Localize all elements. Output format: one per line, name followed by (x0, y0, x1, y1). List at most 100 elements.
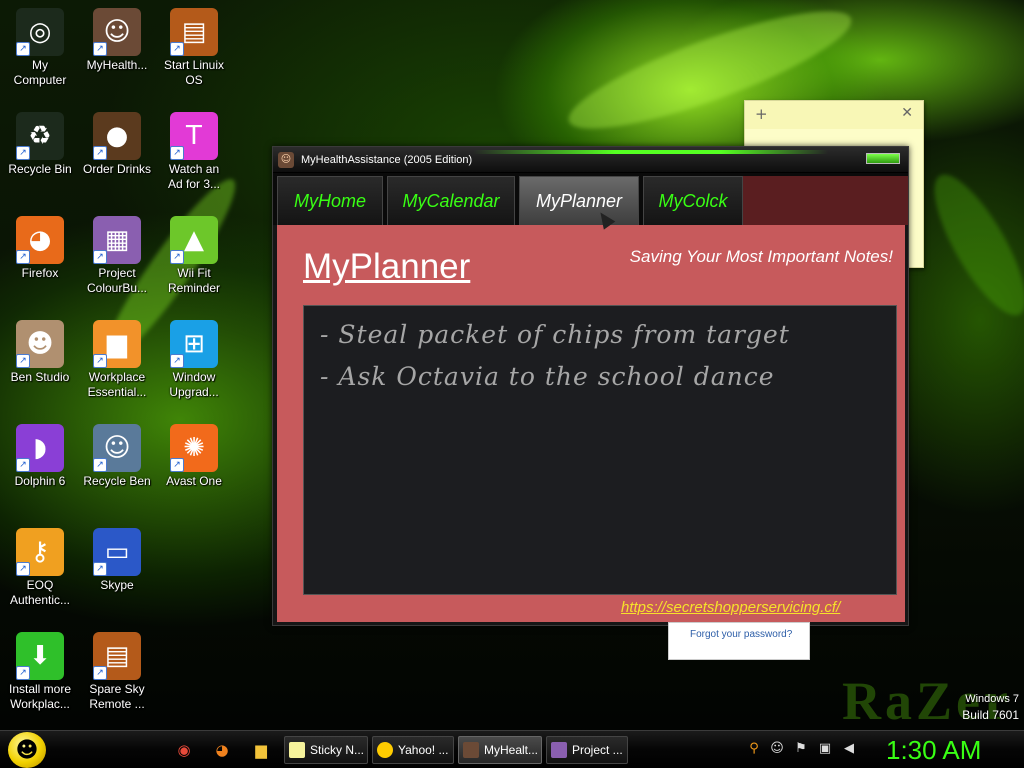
smiley-start-icon: ☻ (15, 737, 39, 763)
desktop-icon[interactable]: ▆ ↗ Workplace Essential... (78, 320, 156, 400)
t-logo-icon: T ↗ (170, 112, 218, 160)
desktop-icon[interactable]: ▤ ↗ Start Linuix OS (155, 8, 233, 88)
shortcut-arrow-icon: ↗ (170, 458, 184, 472)
windows-watermark: Windows 7 Build 7601 (962, 692, 1019, 724)
firefox-icon: ◕ (215, 741, 229, 759)
shortcut-arrow-icon: ↗ (16, 250, 30, 264)
desktop-icon[interactable]: ▭ ↗ Skype (78, 528, 156, 593)
desktop-icon[interactable]: ◗ ↗ Dolphin 6 (1, 424, 79, 489)
folder-orange-icon: ▆ ↗ (93, 320, 141, 368)
desktop-icon[interactable]: ⊞ ↗ Window Upgrad... (155, 320, 233, 400)
yahoo-messenger-icon (377, 742, 393, 758)
pinned-firefox[interactable]: ◕ (211, 739, 233, 761)
shortcut-arrow-icon: ↗ (16, 42, 30, 56)
desktop-icon[interactable]: ▤ ↗ Spare Sky Remote ... (78, 632, 156, 712)
taskbar-clock[interactable]: 1:30 AM (886, 735, 981, 766)
desktop-icon-label: Install more Workplac... (8, 682, 72, 711)
action-center-flag-icon[interactable]: ⚑ (793, 741, 809, 759)
desktop-icon-label: MyHealth... (86, 58, 148, 72)
desktop-icon[interactable]: ▦ ↗ Project ColourBu... (78, 216, 156, 296)
desktop-icon-label: EOQ Authentic... (9, 578, 71, 607)
shortcut-arrow-icon: ↗ (93, 146, 107, 160)
shortcut-arrow-icon: ↗ (93, 42, 107, 56)
desktop-icon-label: My Computer (13, 58, 67, 87)
window-titlebar[interactable]: ☺ MyHealthAssistance (2005 Edition) (273, 147, 908, 173)
tab-bar-filler (743, 176, 908, 225)
desktop-icon[interactable]: ▲ ↗ Wii Fit Reminder (155, 216, 233, 296)
taskbar-sticky-notes[interactable]: Sticky N... (284, 736, 368, 764)
start-button[interactable]: ☻ (8, 732, 46, 768)
tab-mycolck[interactable]: MyColck (643, 176, 743, 225)
window-app-icon: ▭ ↗ (93, 528, 141, 576)
razer-recycle-icon: ♻ ↗ (16, 112, 64, 160)
shortcut-arrow-icon: ↗ (16, 458, 30, 472)
shortcut-arrow-icon: ↗ (16, 562, 30, 576)
close-note-icon[interactable]: ✕ (901, 105, 913, 121)
desktop-icon[interactable]: ⬇ ↗ Install more Workplac... (1, 632, 79, 712)
coffee-bean-icon: ● ↗ (93, 112, 141, 160)
shortcut-arrow-icon: ↗ (93, 354, 107, 368)
desktop-icon[interactable]: ✺ ↗ Avast One (155, 424, 233, 489)
desktop-icon[interactable]: T ↗ Watch an Ad for 3... (155, 112, 233, 192)
taskbar-project[interactable]: Project ... (546, 736, 628, 764)
desktop-icon-label: Window Upgrad... (169, 370, 219, 399)
desktop-icon-label: Dolphin 6 (14, 474, 66, 488)
add-note-icon[interactable]: + (755, 105, 768, 123)
chrome-icon: ◉ (177, 741, 191, 759)
shortcut-arrow-icon: ↗ (170, 250, 184, 264)
desktop-icon[interactable]: ☻ ↗ Ben Studio (1, 320, 79, 385)
shortcut-arrow-icon: ↗ (16, 354, 30, 368)
windows-logo-icon: ⊞ ↗ (170, 320, 218, 368)
console-icon: ▤ ↗ (170, 8, 218, 56)
sticky-note-header[interactable]: + ✕ (745, 101, 923, 129)
page-title: MyPlanner (303, 247, 471, 286)
desktop-icon[interactable]: ☺ ↗ Recycle Ben (78, 424, 156, 489)
note-line: - Steal packet of chips from target (320, 320, 790, 349)
note-line: - Ask Octavia to the school dance (320, 362, 775, 391)
desktop-icon[interactable]: ◕ ↗ Firefox (1, 216, 79, 281)
cat-icon: ☻ ↗ (16, 320, 64, 368)
taskbar-yahoo[interactable]: Yahoo! ... (372, 736, 454, 764)
watermark-os: Windows 7 (965, 693, 1019, 705)
desktop-icon[interactable]: ● ↗ Order Drinks (78, 112, 156, 177)
desktop-icon[interactable]: ◎ ↗ My Computer (1, 8, 79, 88)
taskbar-myhealth[interactable]: MyHealt... (458, 736, 542, 764)
messenger-tray-icon[interactable]: ☺ (769, 741, 785, 759)
desktop-icon-label: Wii Fit Reminder (167, 266, 221, 295)
footer-link[interactable]: https://secretshopperservicing.cf/ (621, 599, 840, 616)
forgot-password-link[interactable]: Forgot your password? (690, 629, 792, 640)
desktop-icon[interactable]: ♻ ↗ Recycle Bin (1, 112, 79, 177)
tab-myhome[interactable]: MyHome (277, 176, 383, 225)
desktop-icon-label: Start Linuix OS (163, 58, 225, 87)
collage-icon (551, 742, 567, 758)
myhealthassistance-window[interactable]: ☺ MyHealthAssistance (2005 Edition) MyHo… (272, 146, 909, 626)
taskbar-button-label: Yahoo! ... (398, 743, 449, 757)
sticky-notes-icon (289, 742, 305, 758)
shortcut-arrow-icon: ↗ (170, 42, 184, 56)
notes-textarea[interactable]: - Steal packet of chips from target - As… (303, 305, 897, 595)
desktop-icon[interactable]: ⚷ ↗ EOQ Authentic... (1, 528, 79, 608)
app-avatar-icon: ☺ (278, 152, 294, 168)
tab-mycalendar[interactable]: MyCalendar (387, 176, 515, 225)
search-tray-icon[interactable]: ⚲ (746, 741, 762, 759)
pinned-chrome[interactable]: ◉ (173, 739, 195, 761)
razer-computer-icon: ◎ ↗ (16, 8, 64, 56)
download-arrow-icon: ⬇ ↗ (16, 632, 64, 680)
tab-myplanner[interactable]: MyPlanner (519, 176, 639, 225)
network-icon[interactable]: ▣ (817, 741, 833, 759)
taskbar: ☻ ◉ ◕ ▆ Sticky N... Yahoo! ... MyHealt..… (0, 730, 1024, 768)
shortcut-arrow-icon: ↗ (93, 666, 107, 680)
desktop-icon-label: Firefox (21, 266, 59, 280)
desktop-icon-label: Ben Studio (10, 370, 70, 384)
planner-panel: MyPlanner Saving Your Most Important Not… (277, 225, 905, 622)
dolphin-icon: ◗ ↗ (16, 424, 64, 472)
desktop-icon-label: Recycle Ben (83, 474, 151, 488)
watermark-build: Build 7601 (962, 708, 1019, 722)
volume-icon[interactable]: ◀ (841, 741, 857, 759)
pinned-explorer[interactable]: ▆ (250, 739, 272, 761)
shortcut-arrow-icon: ↗ (93, 250, 107, 264)
taskbar-button-label: Project ... (572, 743, 623, 757)
desktop-icon[interactable]: ☺ ↗ MyHealth... (78, 8, 156, 73)
battery-indicator-icon (866, 153, 900, 164)
shortcut-arrow-icon: ↗ (93, 458, 107, 472)
